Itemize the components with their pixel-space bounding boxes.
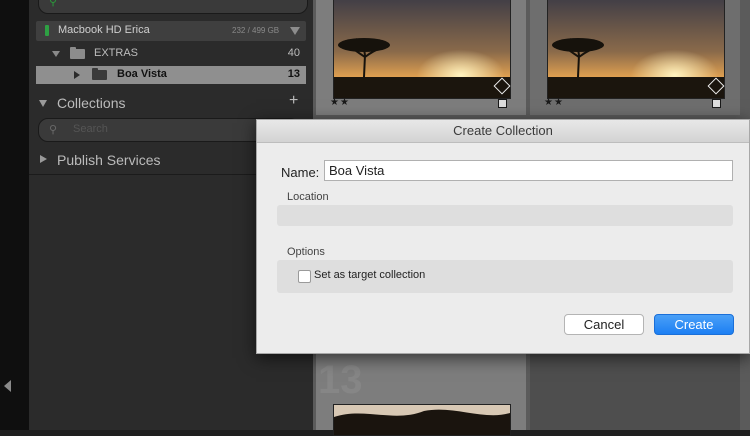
left-edge-strip (0, 0, 29, 430)
publish-services-title: Publish Services (57, 152, 161, 168)
cell-index-number: 13 (318, 358, 363, 402)
search-icon: ⚲ (49, 0, 58, 8)
folder-count: 40 (287, 47, 300, 59)
grid-cell[interactable]: ★★ (530, 0, 740, 115)
target-collection-checkbox[interactable] (298, 270, 311, 283)
search-placeholder: Search (73, 123, 108, 135)
pick-flag-icon[interactable] (498, 99, 507, 108)
expand-right-icon[interactable] (40, 155, 47, 163)
dialog-title: Create Collection (257, 120, 749, 143)
expand-down-icon[interactable] (52, 51, 60, 57)
rating-stars[interactable]: ★★ (544, 97, 564, 108)
expand-right-icon[interactable] (74, 71, 80, 79)
collection-name-input[interactable] (324, 160, 733, 181)
target-collection-label[interactable]: Set as target collection (314, 269, 425, 281)
collapse-panel-arrow-icon[interactable] (4, 380, 11, 392)
volume-status-icon (45, 25, 49, 36)
collections-header[interactable]: Collections + (29, 92, 313, 114)
volume-expand-icon[interactable] (290, 27, 300, 35)
folder-label: EXTRAS (94, 47, 139, 59)
folder-row-boa-vista[interactable]: Boa Vista 13 (36, 66, 306, 84)
name-label: Name: (281, 165, 320, 180)
location-label: Location (287, 191, 329, 203)
folder-icon (92, 68, 107, 80)
folder-row-extras[interactable]: EXTRAS 40 (36, 45, 306, 63)
photo-thumbnail[interactable] (333, 404, 511, 436)
grid-cell[interactable]: 13 (316, 354, 526, 436)
photo-thumbnail[interactable] (333, 0, 511, 99)
options-group: Set as target collection (277, 260, 733, 293)
collections-title: Collections (57, 95, 126, 111)
volume-name: Macbook HD Erica (58, 24, 150, 36)
search-icon: ⚲ (49, 124, 58, 136)
folder-count: 13 (287, 68, 300, 80)
top-search-field[interactable]: ⚲ (38, 0, 308, 14)
grid-cell[interactable] (530, 354, 740, 430)
folder-label: Boa Vista (117, 68, 167, 80)
folder-icon (70, 47, 85, 59)
volume-size: 232 / 499 GB (232, 26, 280, 35)
pick-flag-icon[interactable] (712, 99, 721, 108)
create-collection-dialog: Create Collection Name: Location Options… (256, 119, 750, 354)
photo-thumbnail[interactable] (547, 0, 725, 99)
cancel-button[interactable]: Cancel (564, 314, 644, 335)
volume-row[interactable]: Macbook HD Erica 232 / 499 GB (36, 21, 306, 41)
rating-stars[interactable]: ★★ (330, 97, 350, 108)
location-group (277, 205, 733, 226)
add-collection-icon[interactable]: + (289, 92, 298, 110)
collapse-down-icon[interactable] (39, 100, 47, 107)
create-button[interactable]: Create (654, 314, 734, 335)
options-label: Options (287, 246, 325, 258)
grid-cell[interactable]: ★★ (316, 0, 526, 115)
